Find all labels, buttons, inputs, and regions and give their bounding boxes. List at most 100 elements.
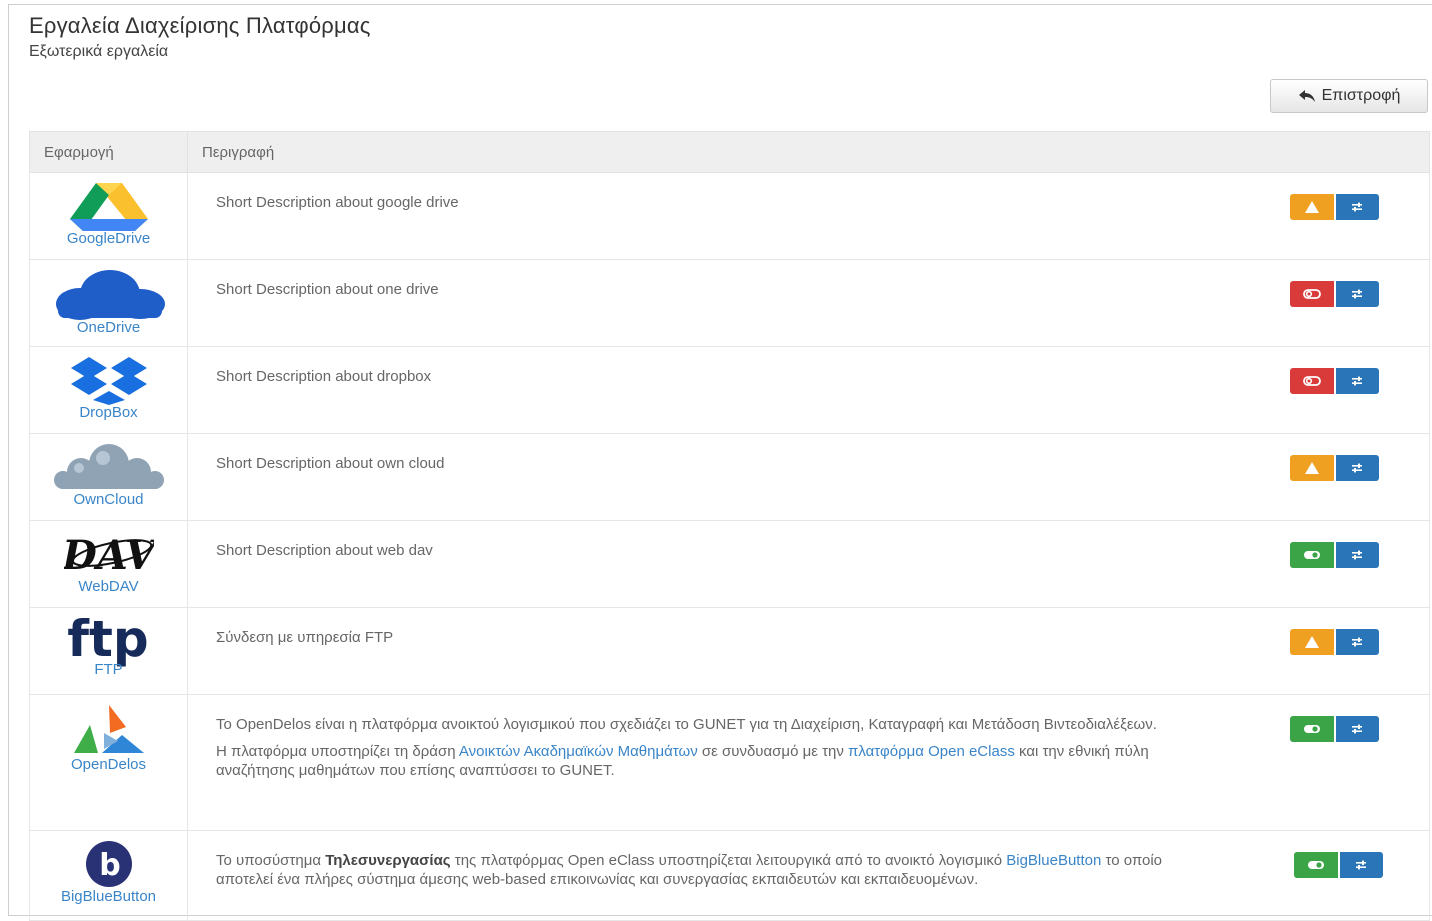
configure-button[interactable] — [1335, 281, 1379, 307]
open-academic-courses-link[interactable]: Ανοικτών Ακαδημαϊκών Μαθημάτων — [459, 743, 698, 760]
table-row: b BigBlueButton Το υποσύστημα Τηλεσυνεργ… — [29, 830, 1430, 921]
table-row: OpenDelos Το OpenDelos είναι η πλατφόρμα… — [29, 694, 1430, 831]
warning-toggle-button[interactable] — [1289, 629, 1334, 655]
actions-cell — [1233, 694, 1430, 831]
column-header-actions — [1233, 131, 1430, 173]
page-subtitle: Εξωτερικά εργαλεία — [29, 43, 169, 60]
description-cell: Short Description about dropbox — [187, 346, 1234, 434]
sliders-icon — [1356, 860, 1366, 870]
toggle-on-icon — [1303, 551, 1320, 559]
sliders-icon — [1352, 724, 1362, 734]
configure-button[interactable] — [1335, 716, 1379, 742]
ftp-logo-icon[interactable]: ftp — [54, 612, 164, 668]
toggle-on-icon — [1307, 861, 1324, 869]
app-label[interactable]: OneDrive — [30, 320, 187, 336]
app-label[interactable]: GoogleDrive — [30, 231, 187, 247]
actions-cell — [1233, 830, 1430, 921]
sliders-icon — [1352, 289, 1362, 299]
column-header-application: Εφαρμογή — [29, 131, 188, 173]
app-label[interactable]: WebDAV — [30, 579, 187, 595]
description-cell: Το OpenDelos είναι η πλατφόρμα ανοικτού … — [187, 694, 1234, 831]
configure-button[interactable] — [1335, 368, 1379, 394]
google-drive-icon[interactable] — [69, 181, 148, 231]
app-cell: ftp FTP — [29, 607, 188, 695]
webdav-logo-icon[interactable]: DAV — [64, 529, 154, 579]
app-label[interactable]: FTP — [30, 662, 187, 678]
svg-text:ftp: ftp — [67, 612, 148, 668]
toggle-off-icon — [1302, 289, 1321, 299]
opendelos-logo-icon[interactable] — [64, 703, 154, 757]
tools-table: Εφαρμογή Περιγραφή GoogleDrive Short Des… — [29, 131, 1430, 921]
configure-button[interactable] — [1339, 852, 1383, 878]
onedrive-cloud-icon[interactable] — [50, 268, 168, 320]
disabled-toggle-button[interactable] — [1289, 368, 1334, 394]
table-row: OwnCloud Short Description about own clo… — [29, 433, 1430, 521]
warning-toggle-button[interactable] — [1289, 194, 1334, 220]
actions-cell — [1233, 346, 1430, 434]
description-cell: Short Description about google drive — [187, 172, 1234, 260]
warning-triangle-icon — [1304, 462, 1319, 474]
table-row: DropBox Short Description about dropbox — [29, 346, 1430, 434]
warning-triangle-icon — [1304, 201, 1319, 213]
actions-cell — [1233, 607, 1430, 695]
configure-button[interactable] — [1335, 455, 1379, 481]
warning-toggle-button[interactable] — [1289, 455, 1334, 481]
actions-cell — [1233, 172, 1430, 260]
description-text: Short Description about dropbox — [216, 368, 432, 385]
configure-button[interactable] — [1335, 629, 1379, 655]
disabled-toggle-button[interactable] — [1289, 281, 1334, 307]
description-text: Short Description about web dav — [216, 542, 433, 559]
description-text: Σύνδεση με υπηρεσία FTP — [216, 629, 394, 646]
app-cell: GoogleDrive — [29, 172, 188, 260]
app-cell: DAV WebDAV — [29, 520, 188, 608]
enabled-toggle-button[interactable] — [1293, 852, 1338, 878]
sliders-icon — [1352, 550, 1362, 560]
app-cell: OpenDelos — [29, 694, 188, 831]
app-cell: OwnCloud — [29, 433, 188, 521]
description-text: Short Description about one drive — [216, 281, 439, 298]
back-button-label: Επιστροφή — [1321, 87, 1401, 104]
actions-cell — [1233, 433, 1430, 521]
actions-cell — [1233, 259, 1430, 347]
description-cell: Το υποσύστημα Τηλεσυνεργασίας της πλατφό… — [187, 830, 1234, 921]
app-label[interactable]: DropBox — [30, 405, 187, 421]
dropbox-icon[interactable] — [69, 355, 149, 405]
column-header-description: Περιγραφή — [187, 131, 1234, 173]
description-text: Το OpenDelos είναι η πλατφόρμα ανοικτού … — [216, 716, 1157, 733]
warning-triangle-icon — [1304, 636, 1319, 648]
bigbluebutton-logo-icon[interactable]: b — [76, 839, 142, 889]
tools-panel: Εργαλεία Διαχείρισης Πλατφόρμας Εξωτερικ… — [8, 4, 1432, 921]
description-text: Το υποσύστημα Τηλεσυνεργασίας της πλατφό… — [216, 852, 1163, 888]
description-text-secondary: Η πλατφόρμα υποστηρίζει τη δράση Ανοικτώ… — [216, 743, 1149, 779]
open-eclass-platform-link[interactable]: πλατφόρμα Open eClass — [848, 743, 1015, 760]
description-cell: Short Description about one drive — [187, 259, 1234, 347]
description-text: Short Description about own cloud — [216, 455, 445, 472]
sliders-icon — [1352, 637, 1362, 647]
description-cell: Short Description about web dav — [187, 520, 1234, 608]
undo-arrow-icon — [1298, 90, 1315, 102]
table-row: GoogleDrive Short Description about goog… — [29, 172, 1430, 260]
table-row: OneDrive Short Description about one dri… — [29, 259, 1430, 347]
sliders-icon — [1352, 202, 1362, 212]
page-title: Εργαλεία Διαχείρισης Πλατφόρμας — [29, 13, 371, 38]
svg-text:b: b — [99, 848, 120, 883]
app-label[interactable]: OwnCloud — [30, 492, 187, 508]
actions-cell — [1233, 520, 1430, 608]
enabled-toggle-button[interactable] — [1289, 542, 1334, 568]
app-label[interactable]: BigBlueButton — [30, 889, 187, 905]
description-text: Short Description about google drive — [216, 194, 459, 211]
owncloud-icon[interactable] — [49, 442, 169, 492]
bigbluebutton-link[interactable]: BigBlueButton — [1006, 852, 1101, 869]
sliders-icon — [1352, 463, 1362, 473]
description-cell: Short Description about own cloud — [187, 433, 1234, 521]
table-row: DAV WebDAV Short Description about web d… — [29, 520, 1430, 608]
enabled-toggle-button[interactable] — [1289, 716, 1334, 742]
configure-button[interactable] — [1335, 194, 1379, 220]
toggle-off-icon — [1302, 376, 1321, 386]
app-label[interactable]: OpenDelos — [30, 757, 187, 773]
back-button[interactable]: Επιστροφή — [1270, 79, 1428, 113]
configure-button[interactable] — [1335, 542, 1379, 568]
app-cell: OneDrive — [29, 259, 188, 347]
table-row: ftp FTP Σύνδεση με υπηρεσία FTP — [29, 607, 1430, 695]
table-header-row: Εφαρμογή Περιγραφή — [29, 131, 1430, 173]
